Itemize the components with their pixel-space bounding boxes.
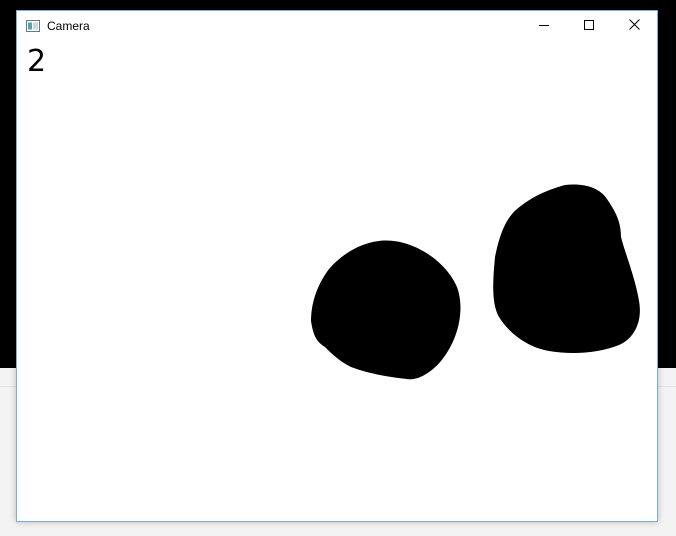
close-button[interactable] (611, 11, 657, 41)
blob-right (493, 184, 640, 353)
minimize-icon (539, 17, 549, 35)
blob-left (311, 240, 461, 380)
maximize-icon (584, 17, 594, 35)
camera-image: 2 (17, 41, 657, 521)
desktop: Camera 2 (0, 0, 676, 536)
window-title: Camera (47, 19, 90, 33)
object-count-label: 2 (27, 44, 47, 79)
close-icon (628, 17, 640, 35)
camera-window: Camera 2 (16, 10, 658, 522)
segmentation-mask (311, 184, 640, 380)
app-window-icon[interactable] (26, 19, 40, 32)
maximize-button[interactable] (566, 11, 612, 41)
minimize-button[interactable] (521, 11, 567, 41)
title-bar[interactable]: Camera (17, 11, 657, 41)
